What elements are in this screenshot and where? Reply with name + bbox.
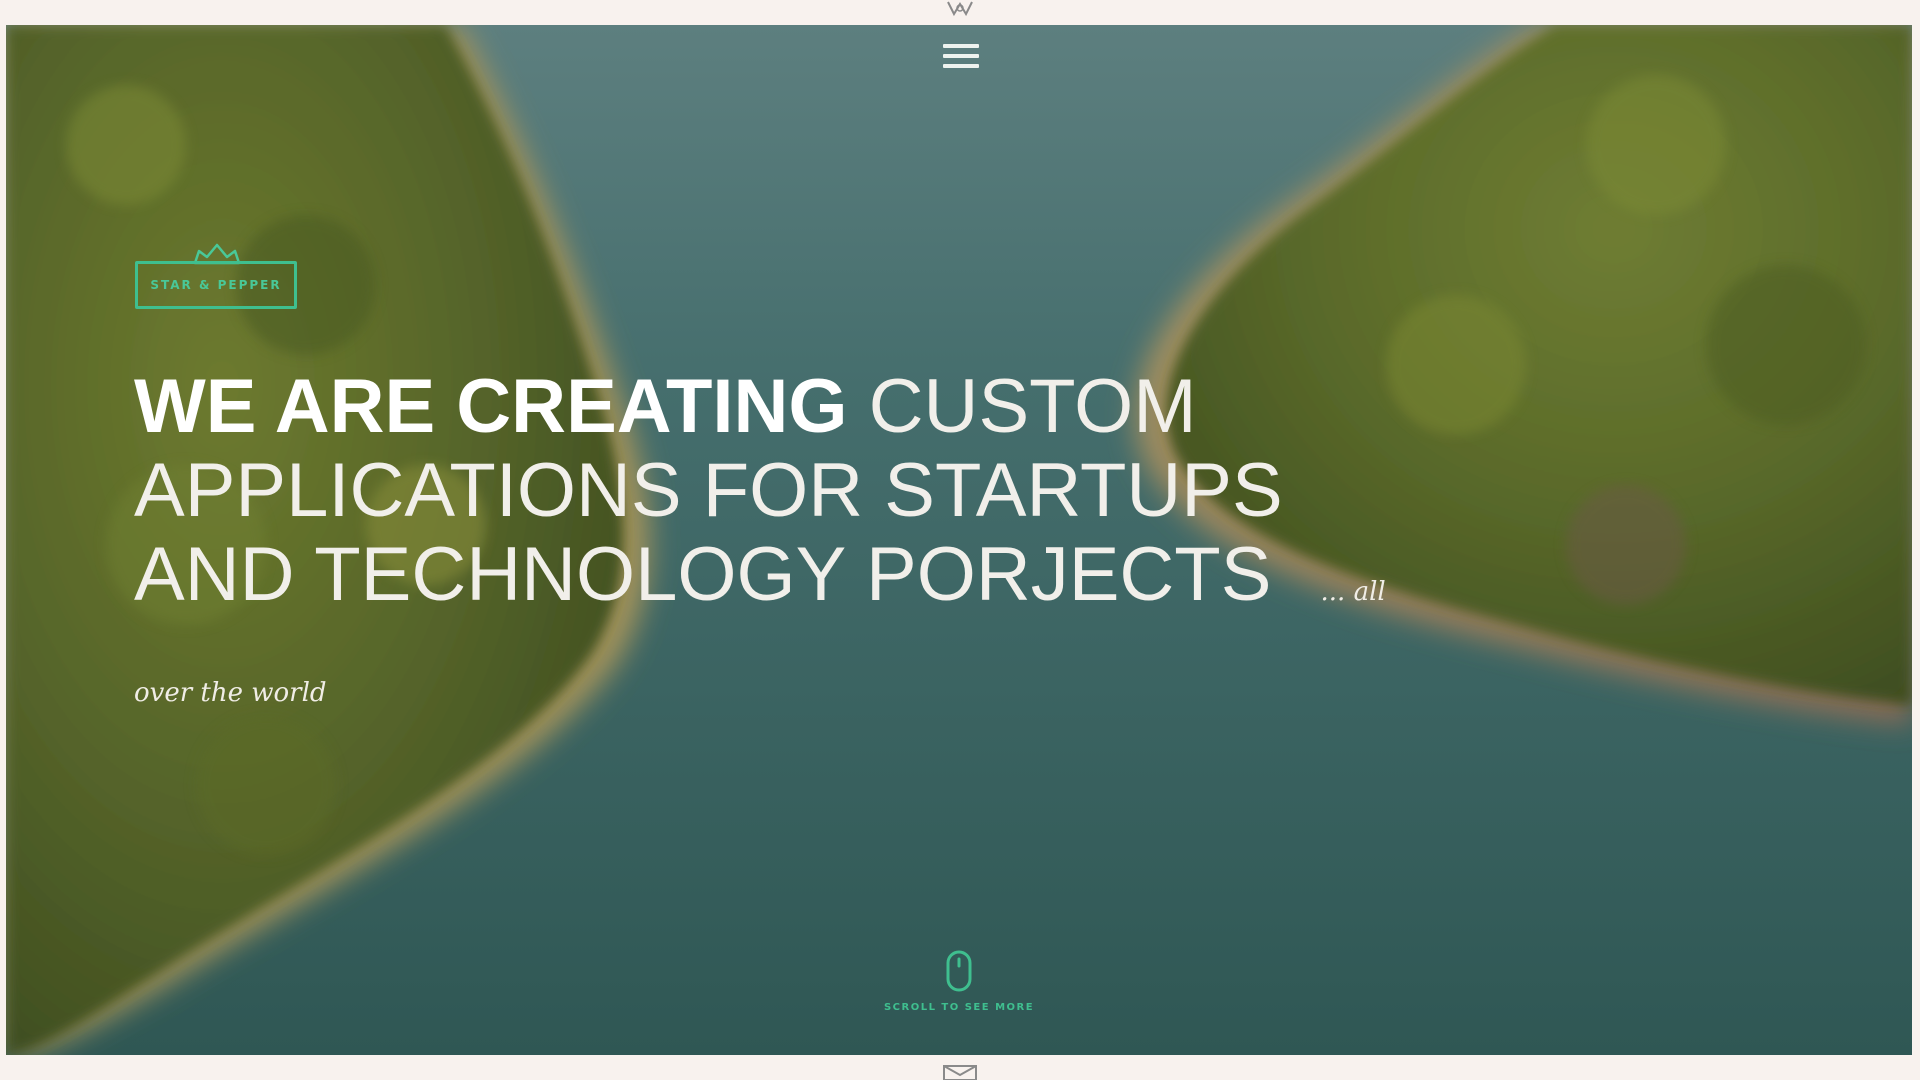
logo[interactable]: STAR & PEPPER bbox=[131, 243, 303, 315]
mouse-icon bbox=[946, 950, 972, 992]
logo-frame: STAR & PEPPER bbox=[135, 261, 297, 309]
crest-icon bbox=[947, 1, 973, 17]
scroll-down-button[interactable]: SCROLL TO SEE MORE bbox=[883, 950, 1035, 1040]
hamburger-icon-bar bbox=[943, 44, 979, 48]
envelope-icon[interactable] bbox=[940, 1063, 980, 1080]
scroll-label: SCROLL TO SEE MORE bbox=[883, 1002, 1035, 1013]
hero-headline: WE ARE CREATING CUSTOM APPLICATIONS FOR … bbox=[134, 365, 1434, 735]
menu-button[interactable] bbox=[941, 39, 981, 73]
headline-strong: WE ARE CREATING bbox=[134, 364, 848, 449]
logo-text: STAR & PEPPER bbox=[150, 278, 282, 292]
hamburger-icon-bar bbox=[943, 54, 979, 58]
hero-section: STAR & PEPPER WE ARE CREATING CUSTOM APP… bbox=[6, 25, 1912, 1055]
page: STAR & PEPPER WE ARE CREATING CUSTOM APP… bbox=[0, 0, 1920, 1080]
hamburger-icon-bar bbox=[943, 64, 979, 68]
